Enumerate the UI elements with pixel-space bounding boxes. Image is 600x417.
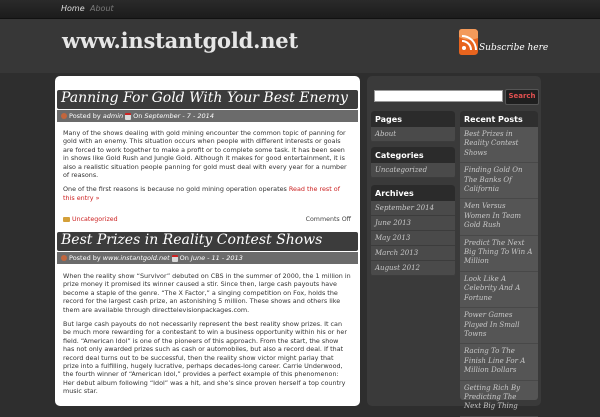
archives-widget: Archives September 2014 June 2013 May 20…	[371, 185, 455, 276]
meta-date: September - 7 - 2014	[144, 112, 214, 120]
post-paragraph: One of the first reasons is because no g…	[63, 185, 351, 202]
site-header: www.instantgold.net Subscribe here	[0, 19, 600, 73]
meta-on: On	[179, 254, 189, 262]
post-title[interactable]: Best Prizes in Reality Contest Shows	[61, 232, 322, 248]
post-title-bar: Panning For Gold With Your Best Enemy	[57, 90, 358, 109]
folder-icon	[63, 217, 70, 222]
meta-author[interactable]: admin	[103, 112, 123, 120]
recent-post-link[interactable]: Look Like A Celebrity And A Fortune	[460, 272, 538, 309]
recent-post-link[interactable]: Best Prizes in Reality Contest Shows	[460, 127, 538, 164]
recent-post-link[interactable]: Racing To The Finish Line For A Million …	[460, 344, 538, 381]
recent-posts-widget: Recent Posts Best Prizes in Reality Cont…	[460, 111, 538, 417]
site-title[interactable]: www.instantgold.net	[62, 28, 298, 53]
search-button[interactable]: Search	[505, 89, 539, 105]
post-paragraph: When the reality show “Survivor” debuted…	[63, 272, 351, 314]
archive-link[interactable]: May 2013	[371, 231, 455, 246]
calendar-icon	[125, 112, 132, 120]
meta-posted-by: Posted by	[69, 112, 101, 120]
recent-post-link[interactable]: Getting Rich By Predicting The Next Big …	[460, 381, 538, 417]
person-icon	[61, 255, 67, 261]
nav-home-link[interactable]: Home	[61, 4, 85, 13]
nav-about-link[interactable]: About	[90, 4, 114, 13]
post-paragraph: Many of the shows dealing with gold mini…	[63, 129, 347, 180]
calendar-icon	[171, 254, 178, 262]
post-paragraph-text: One of the first reasons is because no g…	[63, 185, 289, 194]
top-navigation: Home About	[0, 0, 600, 19]
post-paragraph: But large cash payouts do not necessaril…	[63, 320, 347, 396]
widget-title: Archives	[371, 185, 455, 201]
post-title[interactable]: Panning For Gold With Your Best Enemy	[61, 90, 348, 106]
categories-widget: Categories Uncategorized	[371, 147, 455, 178]
archive-link[interactable]: March 2013	[371, 246, 455, 261]
recent-post-link[interactable]: Men Versus Women In Team Gold Rush	[460, 199, 538, 236]
archive-link[interactable]: June 2013	[371, 216, 455, 231]
recent-post-link[interactable]: Finding Gold On The Banks Of California	[460, 163, 538, 200]
meta-author[interactable]: www.instantgold.net	[103, 254, 170, 262]
widget-title: Categories	[371, 147, 455, 163]
meta-date: June - 11 - 2013	[190, 254, 243, 262]
person-icon	[61, 113, 67, 119]
sidebar-item-uncategorized[interactable]: Uncategorized	[371, 163, 455, 178]
widget-title: Recent Posts	[460, 111, 538, 127]
recent-post-link[interactable]: Predict The Next Big Thing To Win A Mill…	[460, 236, 538, 272]
pages-widget: Pages About	[371, 111, 455, 142]
post-body: When the reality show “Survivor” debuted…	[63, 272, 351, 402]
meta-on: On	[133, 112, 143, 120]
rss-icon[interactable]	[457, 28, 479, 56]
category-label[interactable]: Uncategorized	[72, 216, 118, 223]
recent-post-link[interactable]: Power Games Played In Small Towns	[460, 308, 538, 345]
post-title-bar: Best Prizes in Reality Contest Shows	[57, 232, 358, 251]
category-link[interactable]: Uncategorized	[63, 216, 118, 223]
widget-title: Pages	[371, 111, 455, 127]
comments-link[interactable]: Comments Off	[306, 216, 351, 223]
archive-link[interactable]: August 2012	[371, 261, 455, 276]
search-input[interactable]	[374, 90, 503, 102]
meta-posted-by: Posted by	[69, 254, 101, 262]
archive-link[interactable]: September 2014	[371, 201, 455, 216]
post-body: Many of the shows dealing with gold mini…	[63, 129, 351, 208]
post-meta: Posted by www.instantgold.net On June - …	[57, 252, 358, 264]
sidebar-item-about[interactable]: About	[371, 127, 455, 142]
subscribe-link[interactable]: Subscribe here	[479, 43, 548, 53]
main-content: Panning For Gold With Your Best Enemy Po…	[55, 76, 360, 406]
post-meta: Posted by admin On September - 7 - 2014	[57, 110, 358, 122]
